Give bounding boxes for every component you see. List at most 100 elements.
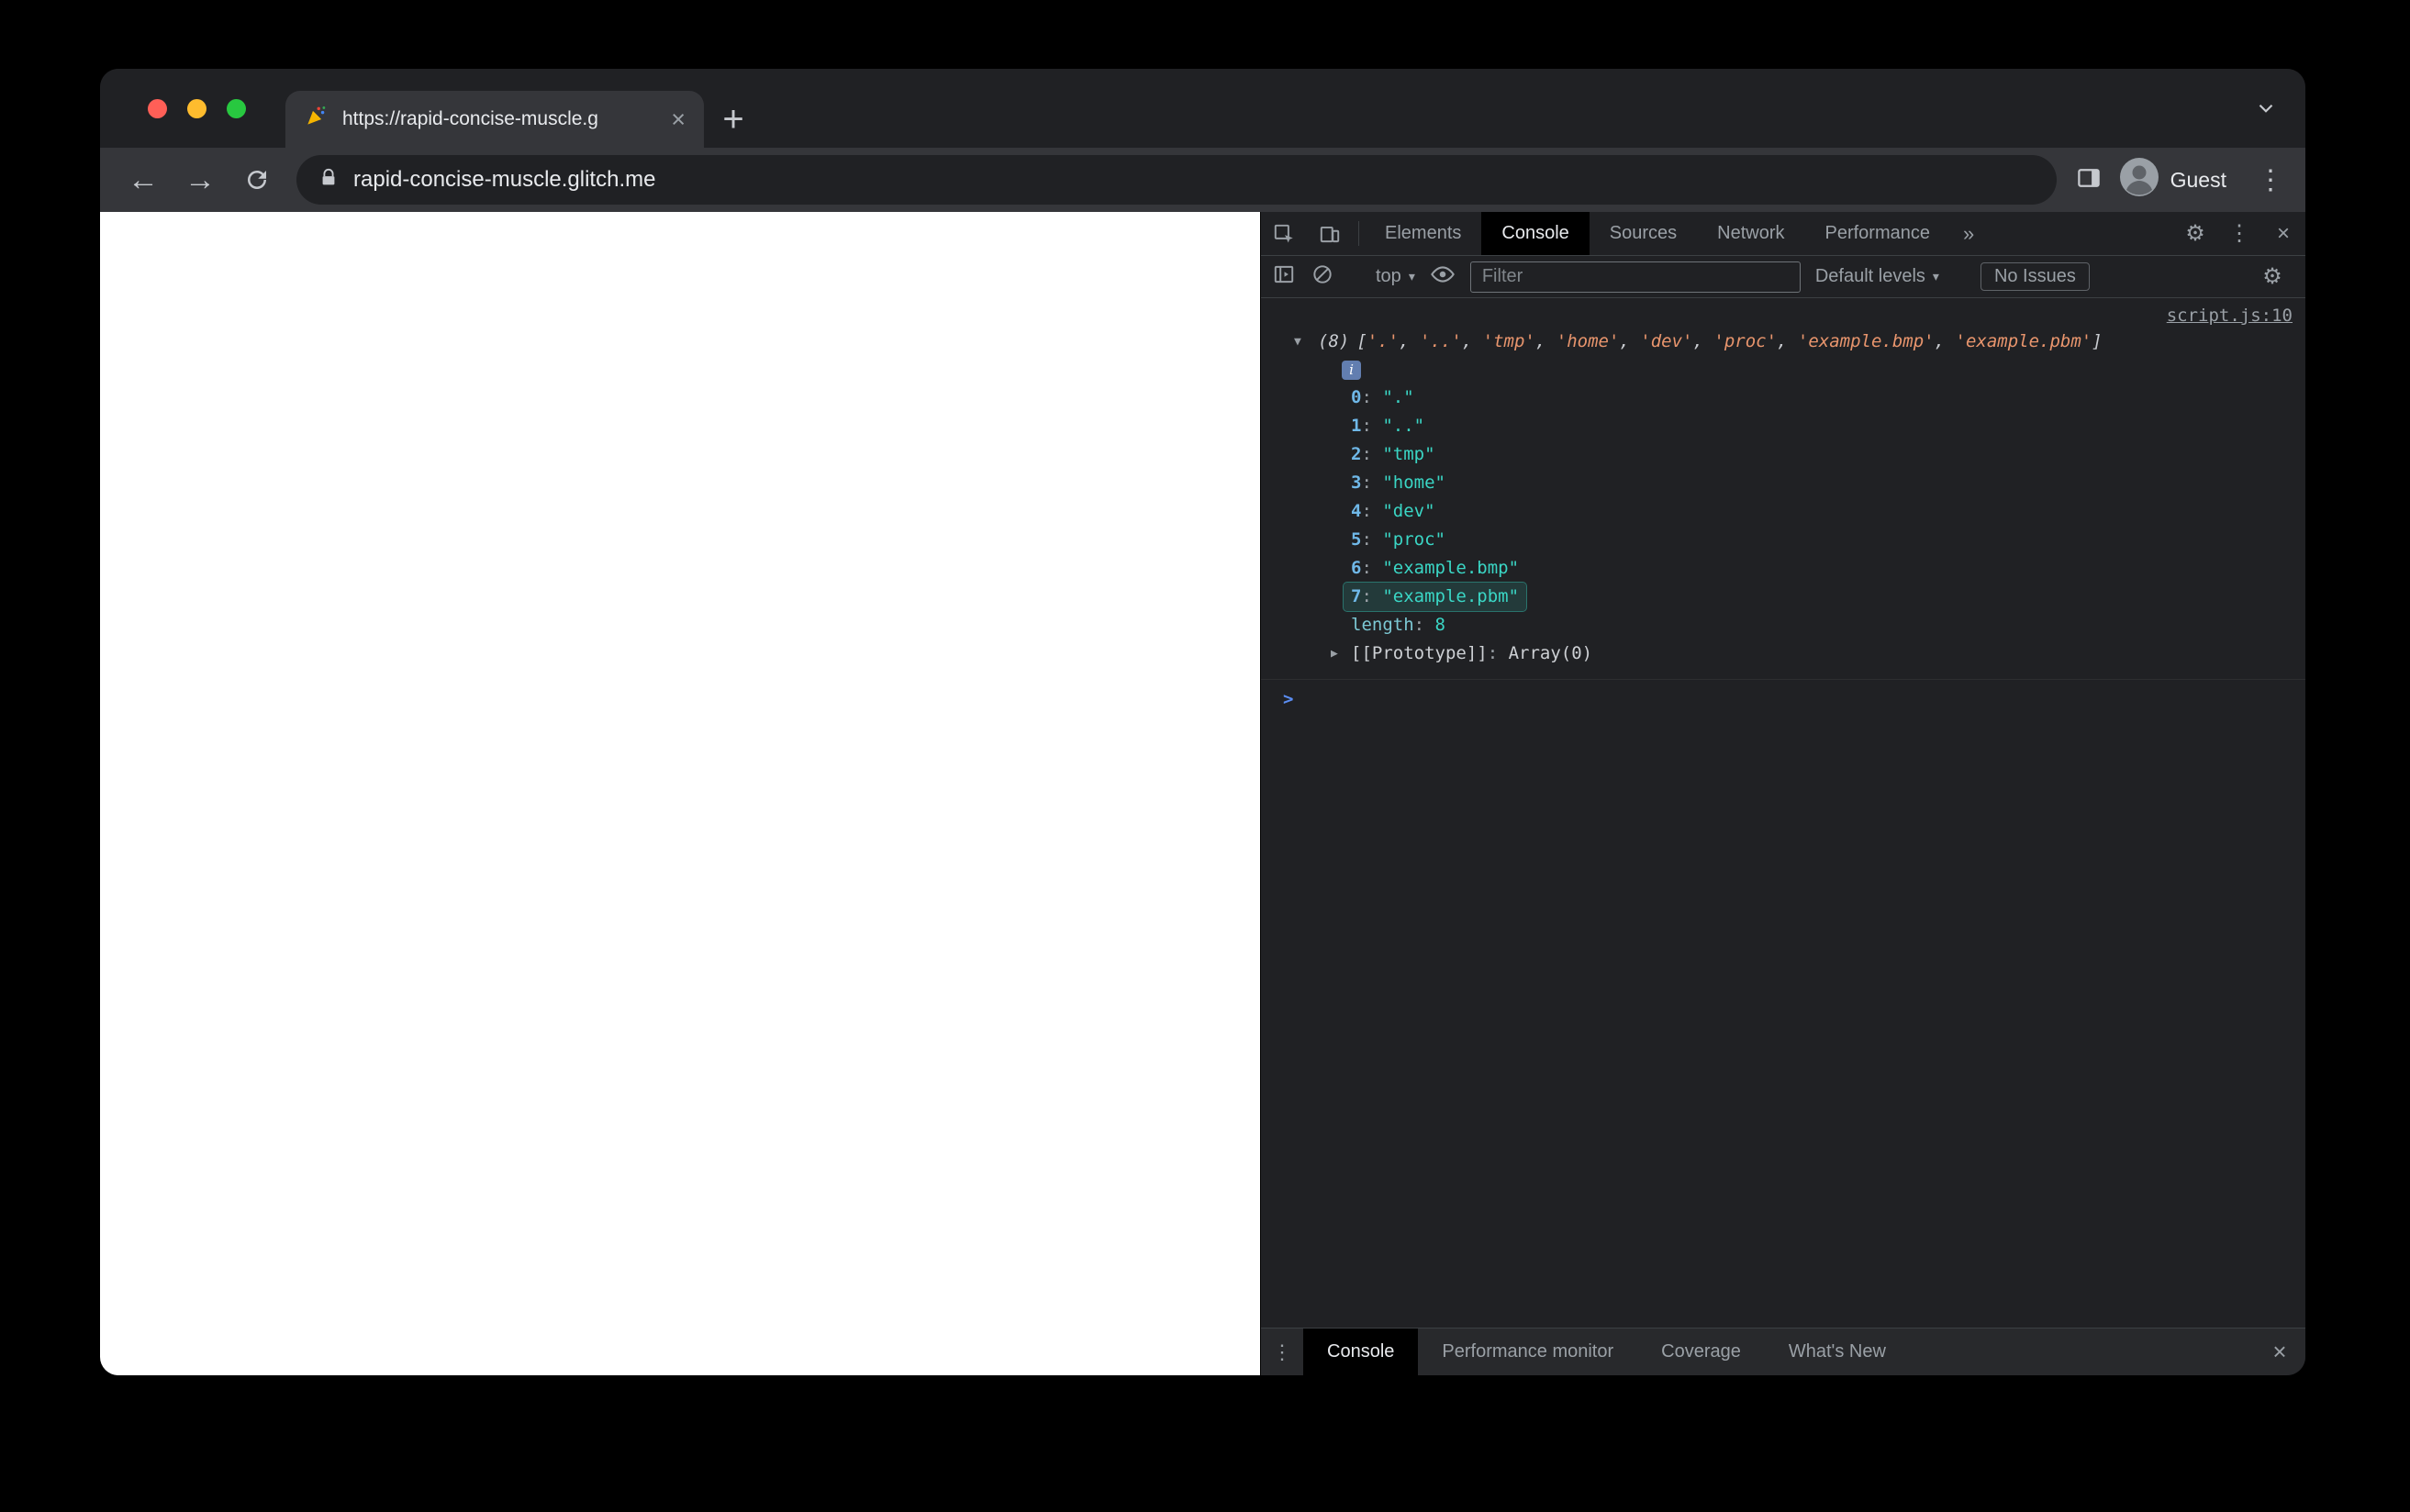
prototype-label: [[Prototype]] xyxy=(1351,643,1488,663)
prototype-value: Array(0) xyxy=(1508,643,1593,663)
page-content xyxy=(100,212,1260,1375)
preview-items: '.', '..', 'tmp', 'home', 'dev', 'proc',… xyxy=(1367,331,2092,351)
devtools-tab-console[interactable]: Console xyxy=(1481,212,1590,255)
party-popper-icon xyxy=(304,105,328,134)
bracket-open: [ xyxy=(1356,331,1367,351)
preview-string: 'dev' xyxy=(1640,331,1693,351)
zoom-window-button[interactable] xyxy=(227,99,246,118)
preview-string: '..' xyxy=(1420,331,1462,351)
devtools-close-button[interactable]: × xyxy=(2261,212,2305,255)
console-output: script.js:10 ▼ (8) ['.', '..', 'tmp', 'hom… xyxy=(1261,298,2305,1328)
preview-string: 'tmp' xyxy=(1482,331,1535,351)
browser-window: https://rapid-concise-muscle.g × + ← → r… xyxy=(100,69,2305,1375)
live-expression-button[interactable] xyxy=(1430,261,1456,293)
clear-console-icon xyxy=(1313,264,1332,284)
context-selector[interactable]: top ▾ xyxy=(1376,266,1415,287)
prototype-row[interactable]: ▶ [[Prototype]]: Array(0) xyxy=(1261,639,2305,668)
prompt-chevron-icon: > xyxy=(1283,689,1294,709)
tab-strip: https://rapid-concise-muscle.g × + xyxy=(100,69,2305,148)
length-value: 8 xyxy=(1434,615,1445,635)
url-text: rapid-concise-muscle.glitch.me xyxy=(353,167,656,192)
inspect-element-button[interactable] xyxy=(1261,212,1307,255)
devtools-panel: Elements Console Sources Network Perform… xyxy=(1260,212,2305,1375)
devtools-tab-sources[interactable]: Sources xyxy=(1590,212,1697,255)
drawer-menu-button[interactable]: ⋮ xyxy=(1261,1329,1303,1375)
address-bar[interactable]: rapid-concise-muscle.glitch.me xyxy=(296,155,2057,205)
divider xyxy=(1358,221,1359,246)
preview-string: '.' xyxy=(1367,331,1400,351)
clear-console-button[interactable] xyxy=(1311,262,1334,292)
preview-string: 'example.pbm' xyxy=(1955,331,2092,351)
log-levels-label: Default levels xyxy=(1814,266,1925,286)
devtools-drawer: ⋮ Console Performance monitor Coverage W… xyxy=(1261,1328,2305,1375)
side-panel-button[interactable] xyxy=(2075,164,2103,196)
browser-toolbar: ← → rapid-concise-muscle.glitch.me Guest… xyxy=(100,148,2305,212)
drawer-tab-console[interactable]: Console xyxy=(1303,1329,1419,1375)
array-entry-row: 6: "example.bmp" xyxy=(1351,558,1520,578)
info-icon[interactable]: i xyxy=(1342,360,1361,380)
console-sidebar-toggle-button[interactable] xyxy=(1272,262,1296,292)
eye-icon xyxy=(1430,265,1455,283)
window-content: Elements Console Sources Network Perform… xyxy=(100,212,2305,1375)
array-entries: 0: "." 1: ".." 2: "tmp" 3: "home" 4: "dev" 5:… xyxy=(1261,384,2305,611)
minimize-window-button[interactable] xyxy=(187,99,206,118)
issues-counter[interactable]: No Issues xyxy=(1980,262,2090,291)
drawer-tab-coverage[interactable]: Coverage xyxy=(1637,1329,1765,1375)
forward-button[interactable]: → xyxy=(173,153,227,206)
tab-search-chevron-icon[interactable] xyxy=(2254,96,2278,125)
source-link[interactable]: script.js:10 xyxy=(2167,306,2293,326)
device-toolbar-icon xyxy=(1320,226,1340,242)
length-label: length xyxy=(1351,615,1414,635)
devtools-tabbar-right: ⚙ ⋮ × xyxy=(2173,212,2305,255)
browser-menu-button[interactable]: ⋮ xyxy=(2252,164,2289,196)
drawer-tab-whats-new[interactable]: What's New xyxy=(1765,1329,1910,1375)
console-settings-button[interactable]: ⚙ xyxy=(2250,263,2294,290)
log-levels-dropdown[interactable]: Default levels ▾ xyxy=(1815,266,1939,287)
array-entry-row: 5: "proc" xyxy=(1351,529,1445,550)
chevron-down-icon: ▾ xyxy=(1932,269,1939,284)
preview-string: 'proc' xyxy=(1713,331,1778,351)
devtools-settings-button[interactable]: ⚙ xyxy=(2173,212,2217,255)
device-toolbar-button[interactable] xyxy=(1307,212,1353,255)
devtools-tabbar: Elements Console Sources Network Perform… xyxy=(1261,212,2305,256)
preview-string: 'home' xyxy=(1556,331,1620,351)
drawer-close-button[interactable]: × xyxy=(2254,1329,2305,1375)
browser-tab[interactable]: https://rapid-concise-muscle.g × xyxy=(285,91,704,148)
devtools-tab-network[interactable]: Network xyxy=(1697,212,1804,255)
reload-icon xyxy=(248,171,266,189)
more-tabs-button[interactable]: » xyxy=(1950,212,1987,255)
expand-triangle-icon[interactable]: ▶ xyxy=(1331,639,1351,668)
profile-button[interactable]: Guest xyxy=(2115,153,2239,206)
inspect-icon xyxy=(1274,224,1293,243)
devtools-tab-elements[interactable]: Elements xyxy=(1365,212,1481,255)
bracket-close: ] xyxy=(2092,331,2103,351)
array-entry-row: 0: "." xyxy=(1351,387,1414,407)
drawer-tab-performance-monitor[interactable]: Performance monitor xyxy=(1418,1329,1637,1375)
filter-input[interactable] xyxy=(1469,261,1801,293)
traffic-lights xyxy=(148,99,246,118)
array-count: (8) xyxy=(1318,331,1350,351)
profile-label: Guest xyxy=(2170,167,2226,192)
reload-button[interactable] xyxy=(230,153,284,206)
avatar-icon xyxy=(2119,157,2159,203)
array-length-row: length: 8 xyxy=(1351,615,1445,635)
array-entry-row: 3: "home" xyxy=(1351,472,1445,493)
array-entry-row: 2: "tmp" xyxy=(1351,444,1435,464)
array-entry-row: 7: "example.pbm" xyxy=(1261,583,2305,611)
devtools-menu-button[interactable]: ⋮ xyxy=(2217,212,2261,255)
console-toolbar: top ▾ Default levels ▾ No Issues ⚙ xyxy=(1261,256,2305,298)
new-tab-button[interactable]: + xyxy=(704,91,763,148)
close-window-button[interactable] xyxy=(148,99,167,118)
tab-close-icon[interactable]: × xyxy=(671,106,686,132)
console-prompt[interactable]: > xyxy=(1261,679,2305,714)
context-selector-label: top xyxy=(1376,266,1401,286)
back-button[interactable]: ← xyxy=(117,153,170,206)
source-line: script.js:10 xyxy=(1261,304,2305,328)
console-message: script.js:10 ▼ (8) ['.', '..', 'tmp', 'hom… xyxy=(1261,304,2305,668)
preview-string: 'example.bmp' xyxy=(1797,331,1935,351)
lock-icon[interactable] xyxy=(318,166,339,195)
console-log-preview: ▼ (8) ['.', '..', 'tmp', 'home', 'dev', 'p… xyxy=(1261,328,2305,356)
devtools-tab-performance[interactable]: Performance xyxy=(1805,212,1951,255)
chevron-down-icon: ▾ xyxy=(1408,269,1415,284)
expand-triangle-icon[interactable]: ▼ xyxy=(1294,328,1318,356)
